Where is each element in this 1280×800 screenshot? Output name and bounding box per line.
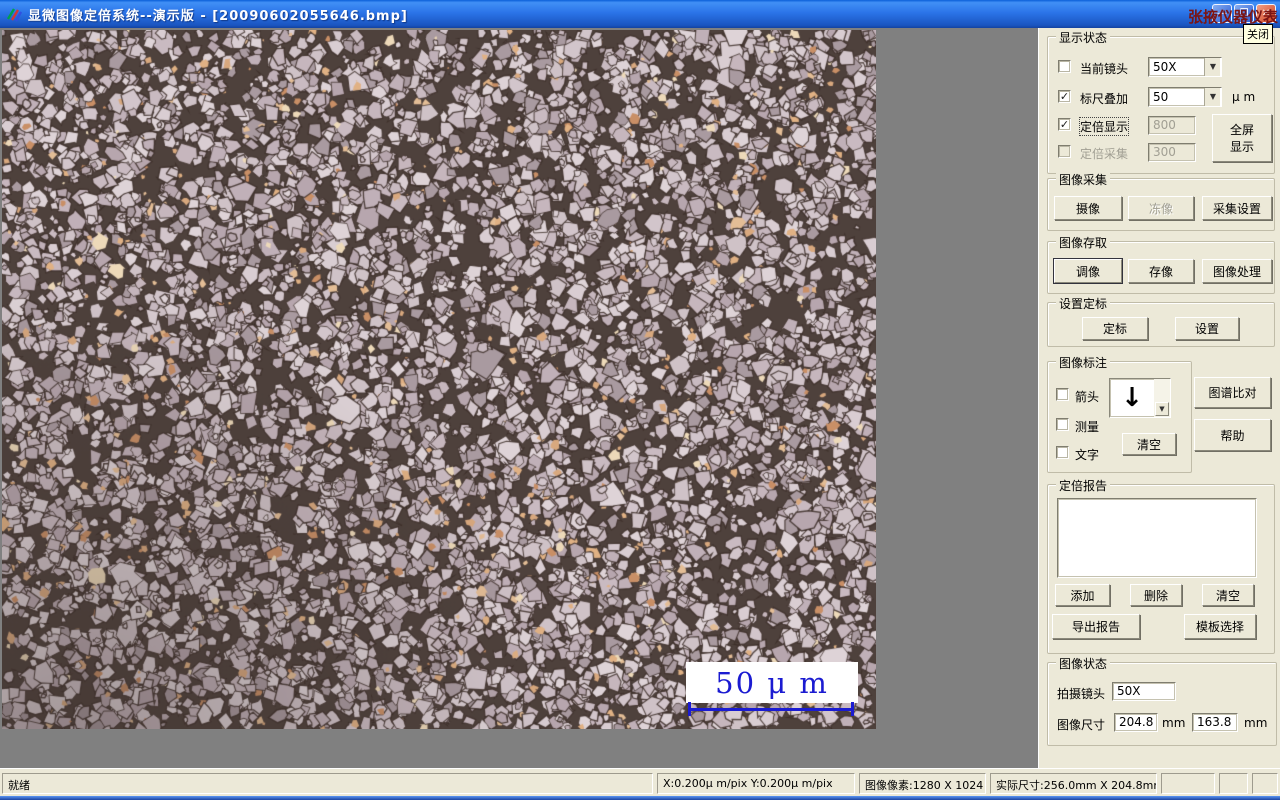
text-checkbox[interactable] <box>1056 446 1069 459</box>
export-report-button[interactable]: 导出报告 <box>1052 614 1140 639</box>
current-lens-label: 当前镜头 <box>1080 62 1129 76</box>
annotation-clear-button[interactable]: 清空 <box>1122 433 1176 455</box>
calibrate-button[interactable]: 定标 <box>1082 317 1148 340</box>
scalebar-line <box>688 708 854 711</box>
status-actual-size: 实际尺寸:256.0mm X 204.8mm <box>990 773 1157 794</box>
fullscreen-button[interactable]: 全屏 显示 <box>1212 114 1272 162</box>
minimize-button[interactable]: — <box>1212 4 1232 23</box>
close-button[interactable]: ✕ <box>1256 4 1276 23</box>
close-icon: ✕ <box>1261 8 1271 19</box>
group-storage-title: 图像存取 <box>1056 234 1111 251</box>
group-storage: 图像存取 调像 存像 图像处理 <box>1047 234 1275 294</box>
group-display-status-title: 显示状态 <box>1056 29 1111 46</box>
settings-button[interactable]: 设置 <box>1175 317 1239 340</box>
down-arrow-icon: ↓ <box>1121 383 1143 413</box>
close-tooltip: 关闭 <box>1243 24 1273 44</box>
group-capture-title: 图像采集 <box>1056 171 1111 188</box>
status-ready: 就绪 <box>2 773 653 794</box>
report-delete-button[interactable]: 删除 <box>1130 584 1182 606</box>
image-height-value: 163.8 <box>1192 713 1238 732</box>
group-image-status: 图像状态 拍摄镜头 50X 图像尺寸 204.8 mm 163.8 mm <box>1047 655 1277 746</box>
group-calibration: 设置定标 定标 设置 <box>1047 295 1275 347</box>
control-panel: 显示状态 当前镜头 50X ▼ ✓ 标尺叠加 50 ▼ μ m ✓ 定倍显示 8… <box>1038 28 1280 768</box>
help-button[interactable]: 帮助 <box>1194 419 1271 451</box>
chevron-down-icon[interactable]: ▼ <box>1204 58 1221 76</box>
fullscreen-button-line1: 全屏 <box>1229 123 1254 137</box>
scale-combo-value: 50 <box>1153 90 1169 104</box>
fixed-display-input: 800 <box>1148 116 1196 135</box>
group-report-title: 定倍报告 <box>1056 477 1111 494</box>
fullscreen-button-line2: 显示 <box>1229 140 1254 154</box>
status-empty-2 <box>1219 773 1248 794</box>
report-add-button[interactable]: 添加 <box>1055 584 1110 606</box>
window-bottom-border <box>0 796 1280 800</box>
group-display-status: 显示状态 当前镜头 50X ▼ ✓ 标尺叠加 50 ▼ μ m ✓ 定倍显示 8… <box>1047 29 1275 174</box>
client-area: 50 μ m <box>0 28 1038 768</box>
window-title: 显微图像定倍系统--演示版 - [20090602055646.bmp] <box>28 8 408 24</box>
restore-button[interactable]: ❐ <box>1234 4 1254 23</box>
group-calibration-title: 设置定标 <box>1056 295 1111 312</box>
template-select-button[interactable]: 模板选择 <box>1184 614 1256 639</box>
fixed-capture-input: 300 <box>1148 143 1196 162</box>
status-empty-3 <box>1252 773 1278 794</box>
report-clear-button[interactable]: 清空 <box>1202 584 1254 606</box>
shoot-lens-label: 拍摄镜头 <box>1057 687 1106 701</box>
chevron-down-icon[interactable]: ▼ <box>1155 402 1169 416</box>
shoot-lens-value: 50X <box>1112 682 1176 701</box>
check-icon: ✓ <box>1059 90 1070 103</box>
width-unit-label: mm <box>1162 716 1186 730</box>
load-image-button[interactable]: 调像 <box>1053 258 1123 284</box>
lens-combo-value: 50X <box>1153 60 1177 74</box>
image-process-button[interactable]: 图像处理 <box>1202 259 1272 283</box>
status-bar: 就绪 X:0.200μ m/pix Y:0.200μ m/pix 图像像素:12… <box>0 768 1280 796</box>
atlas-compare-button[interactable]: 图谱比对 <box>1194 377 1271 408</box>
scale-value-combo[interactable]: 50 ▼ <box>1148 87 1222 107</box>
micrograph-canvas <box>2 30 876 729</box>
arrow-checkbox[interactable] <box>1056 388 1069 401</box>
image-size-label: 图像尺寸 <box>1057 718 1106 732</box>
fixed-capture-checkbox <box>1058 145 1071 158</box>
status-image-pixels: 图像像素:1280 X 1024 <box>859 773 986 794</box>
group-report: 定倍报告 添加 删除 清空 导出报告 模板选择 <box>1047 477 1275 654</box>
status-empty-1 <box>1161 773 1215 794</box>
scalebar-label: 50 μ m <box>715 665 829 700</box>
save-image-button[interactable]: 存像 <box>1128 259 1194 283</box>
measure-checkbox[interactable] <box>1056 418 1069 431</box>
measure-label: 测量 <box>1075 420 1100 434</box>
chevron-down-icon[interactable]: ▼ <box>1204 88 1221 106</box>
capture-settings-button[interactable]: 采集设置 <box>1202 196 1272 220</box>
arrow-label: 箭头 <box>1075 390 1100 404</box>
arrow-style-combo[interactable]: ↓ ▼ <box>1109 378 1171 418</box>
scalebar-label-box: 50 μ m <box>686 662 858 703</box>
micrograph-viewport: 50 μ m <box>2 30 876 729</box>
group-capture: 图像采集 摄像 冻像 采集设置 <box>1047 171 1275 231</box>
image-width-value: 204.8 <box>1114 713 1158 732</box>
status-pixel-scale: X:0.200μ m/pix Y:0.200μ m/pix <box>657 773 855 794</box>
scale-overlay-label: 标尺叠加 <box>1080 92 1129 106</box>
height-unit-label: mm <box>1244 716 1268 730</box>
report-listbox[interactable] <box>1057 498 1257 578</box>
restore-icon: ❐ <box>1239 8 1249 19</box>
group-annotation: 图像标注 箭头 测量 文字 ↓ ▼ 清空 <box>1047 354 1192 473</box>
text-label: 文字 <box>1075 448 1100 462</box>
minimize-icon: — <box>1217 8 1227 19</box>
fixed-display-label: 定倍显示 <box>1078 117 1130 136</box>
fixed-capture-label: 定倍采集 <box>1080 147 1129 161</box>
scale-overlay-checkbox[interactable]: ✓ <box>1058 90 1071 103</box>
group-image-status-title: 图像状态 <box>1056 655 1111 672</box>
lens-combo[interactable]: 50X ▼ <box>1148 57 1222 77</box>
shoot-button[interactable]: 摄像 <box>1054 196 1122 220</box>
freeze-button: 冻像 <box>1128 196 1194 220</box>
current-lens-checkbox[interactable] <box>1058 60 1071 73</box>
check-icon: ✓ <box>1059 118 1070 131</box>
scale-unit-label: μ m <box>1232 90 1256 104</box>
app-icon <box>6 8 22 22</box>
scalebar-tick-right <box>851 702 854 716</box>
scalebar-tick-left <box>688 702 691 716</box>
fixed-display-checkbox[interactable]: ✓ <box>1058 118 1071 131</box>
title-bar: 显微图像定倍系统--演示版 - [20090602055646.bmp] <box>0 0 1280 28</box>
group-annotation-title: 图像标注 <box>1056 354 1111 371</box>
